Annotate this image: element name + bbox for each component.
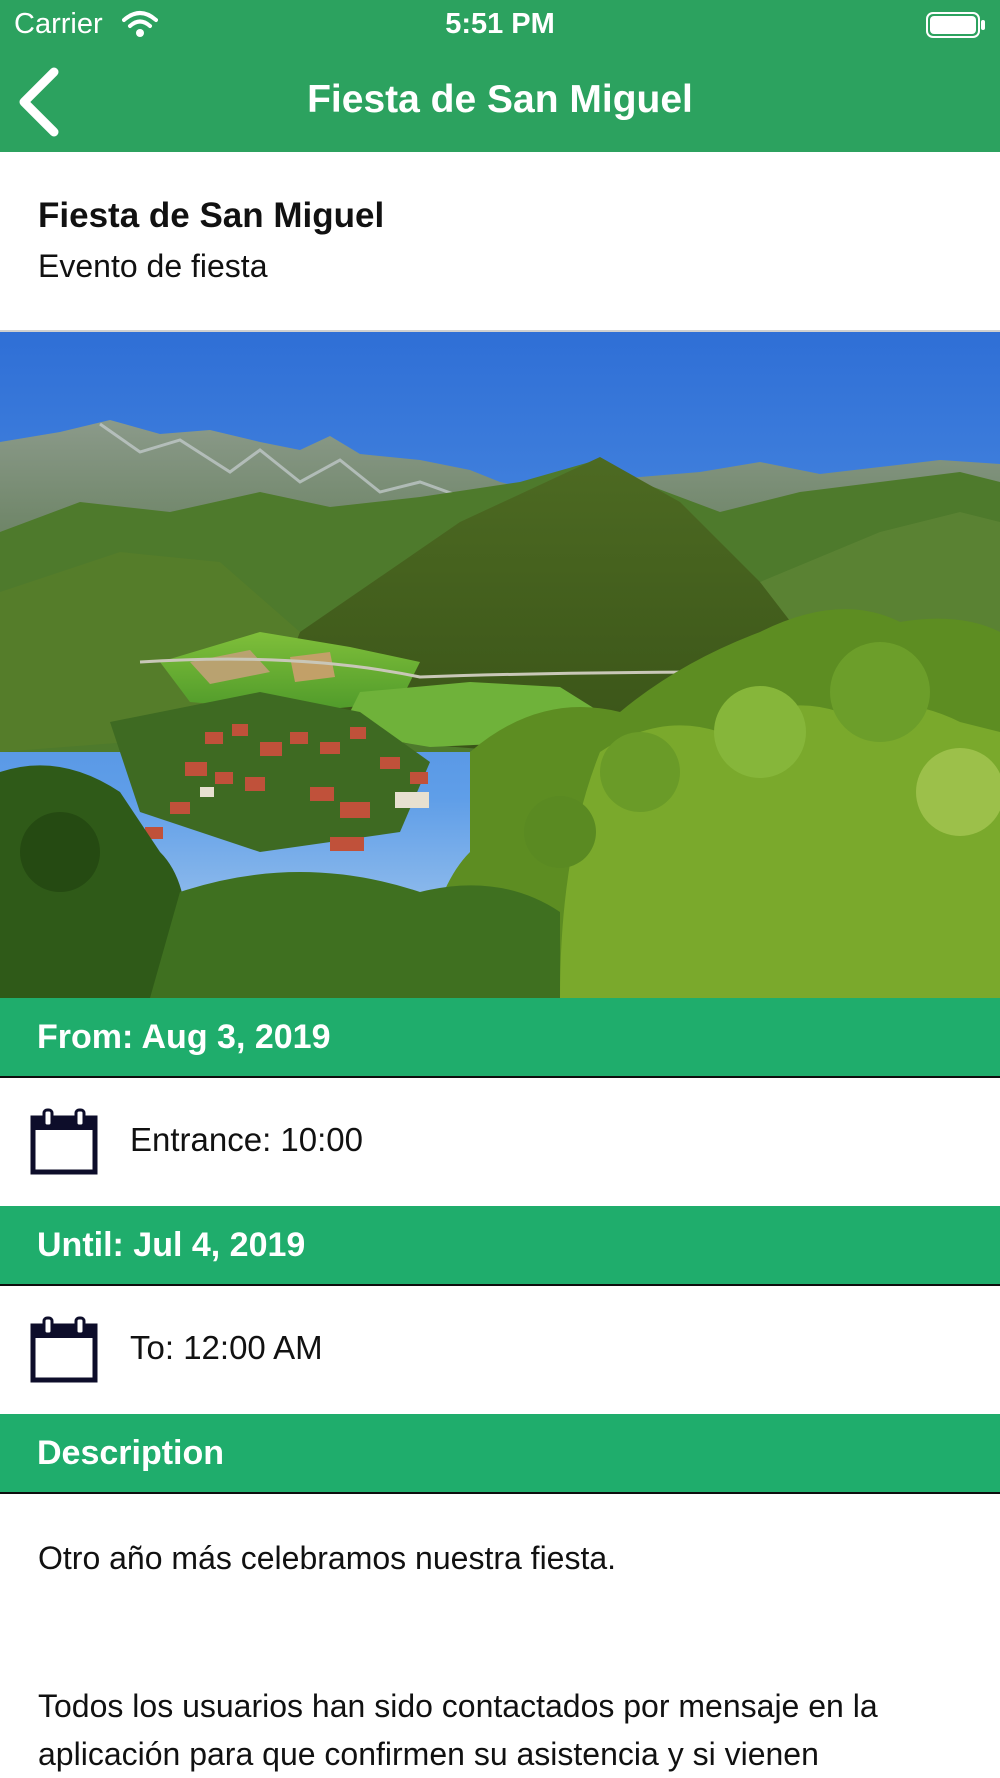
from-date-label: From: Aug 3, 2019 (37, 1018, 331, 1056)
status-bar: Carrier 5:51 PM (0, 0, 1000, 50)
battery-icon (926, 12, 985, 38)
end-time: To: 12:00 AM (130, 1329, 323, 1366)
end-time-row: To: 12:00 AM (0, 1286, 1000, 1412)
until-date-label: Until: Jul 4, 2019 (37, 1226, 306, 1264)
event-subtitle: Evento de fiesta (38, 248, 268, 284)
nav-title: Fiesta de San Miguel (307, 78, 693, 121)
event-title: Fiesta de San Miguel (38, 196, 385, 235)
until-date-header: Until: Jul 4, 2019 (0, 1206, 1000, 1286)
description-paragraph-2: Todos los usuarios han sido contactados … (38, 1688, 878, 1772)
calendar-icon (30, 1108, 98, 1175)
event-image (0, 332, 1000, 998)
entrance-time: Entrance: 10:00 (130, 1121, 363, 1158)
description-paragraph-1: Otro año más celebramos nuestra fiesta. (38, 1540, 617, 1576)
from-date-header: From: Aug 3, 2019 (0, 998, 1000, 1078)
description-header: Description (0, 1414, 1000, 1494)
entrance-time-row: Entrance: 10:00 (0, 1078, 1000, 1204)
event-header: Fiesta de San Miguel Evento de fiesta (0, 152, 1000, 332)
calendar-icon (30, 1316, 98, 1383)
top-bar: Carrier 5:51 PM Fiesta de San Miguel (0, 0, 1000, 152)
description-heading: Description (37, 1434, 225, 1472)
nav-bar: Fiesta de San Miguel (0, 50, 1000, 152)
landscape-illustration (0, 332, 1000, 998)
status-time: 5:51 PM (445, 8, 555, 40)
